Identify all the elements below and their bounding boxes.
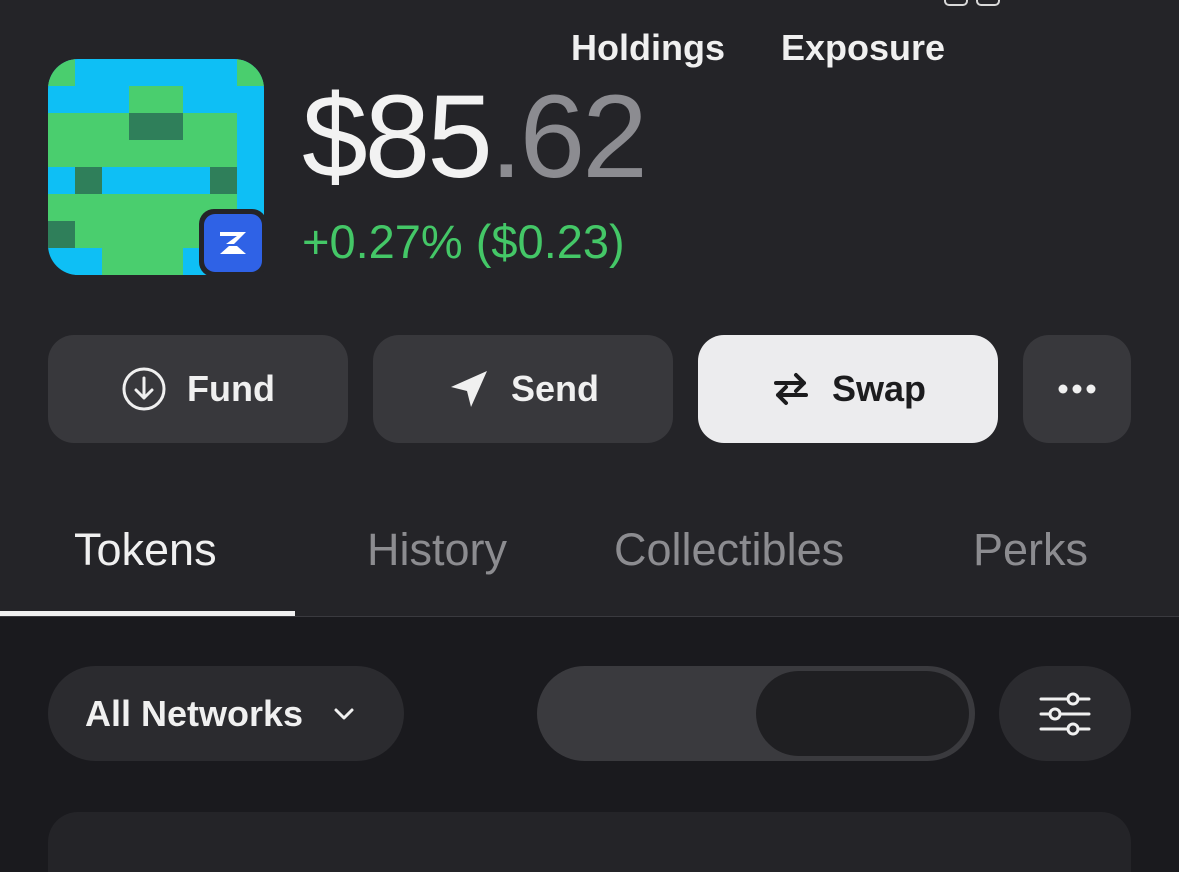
tab-tokens[interactable]: Tokens <box>74 520 217 580</box>
status-bar-fragment <box>944 0 1000 6</box>
swap-label: Swap <box>831 368 927 409</box>
network-badge-icon <box>199 209 267 277</box>
fund-label: Fund <box>187 368 275 409</box>
exposure-option[interactable]: Exposure <box>781 0 945 95</box>
token-list-card <box>48 812 1131 872</box>
balance-whole: $85 <box>302 71 493 203</box>
send-button[interactable]: Send <box>373 335 673 443</box>
more-button[interactable] <box>1023 335 1131 443</box>
more-horizontal-icon <box>1058 384 1096 394</box>
settings-button[interactable] <box>999 666 1131 761</box>
swap-button[interactable]: Swap <box>698 335 998 443</box>
send-label: Send <box>510 368 599 409</box>
swap-arrows-icon <box>773 373 808 405</box>
network-select[interactable]: All Networks <box>48 666 404 761</box>
holdings-option[interactable]: Holdings <box>571 0 725 95</box>
view-toggle-selected <box>756 671 969 756</box>
paper-plane-icon <box>450 371 487 407</box>
download-circle-icon <box>122 367 166 411</box>
fund-button[interactable]: Fund <box>48 335 348 443</box>
tab-history[interactable]: History <box>367 520 507 580</box>
tab-collectibles[interactable]: Collectibles <box>614 520 844 580</box>
network-select-label: All Networks <box>85 692 304 734</box>
tabs-divider <box>0 616 1179 617</box>
sliders-icon <box>1039 692 1091 735</box>
chevron-down-icon <box>334 708 354 719</box>
tab-perks[interactable]: Perks <box>973 520 1088 580</box>
balance-change: +0.27% ($0.23) <box>302 215 625 268</box>
